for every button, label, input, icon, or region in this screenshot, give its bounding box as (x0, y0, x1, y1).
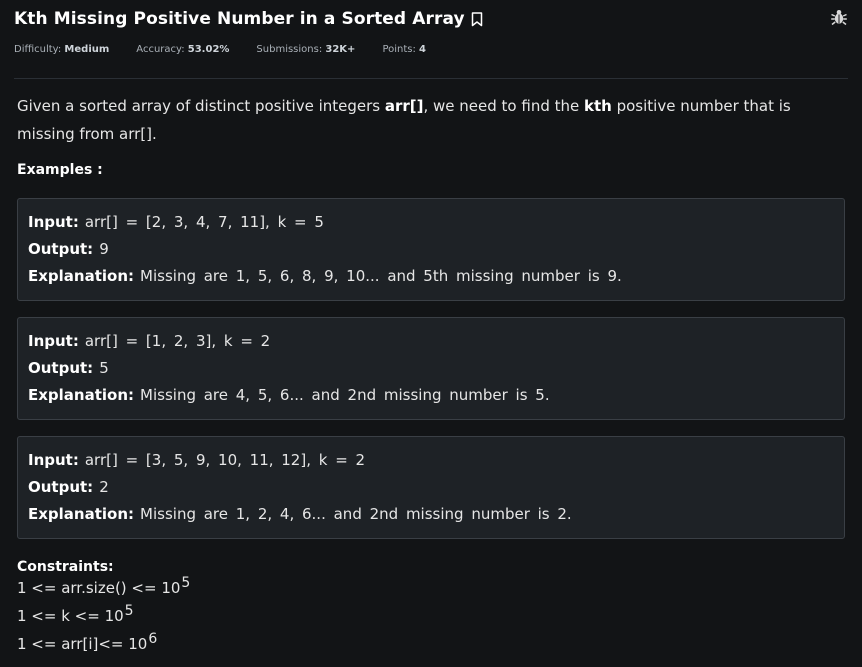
constraint-item: 1 <= k <= 10 5 (17, 603, 134, 625)
bookmark-icon[interactable] (471, 11, 483, 27)
example-output: Output: 2 (28, 478, 109, 496)
problem-page: Kth Missing Positive Number in a Sorted … (0, 0, 862, 667)
meta-submissions: Submissions: 32K+ (256, 44, 356, 55)
problem-title: Kth Missing Positive Number in a Sorted … (14, 9, 465, 29)
example-output: Output: 9 (28, 240, 109, 258)
example-explanation: Explanation: Missing are 4, 5, 6... and … (28, 386, 550, 404)
problem-meta: Difficulty: Medium Accuracy: 53.02% Subm… (14, 44, 848, 55)
constraints-title: Constraints: (17, 559, 114, 575)
example-input: Input: arr[] = [3, 5, 9, 10, 11, 12], k … (28, 451, 366, 469)
problem-description: Given a sorted array of distinct positiv… (17, 97, 791, 143)
meta-points: Points: 4 (382, 44, 426, 55)
constraint-item: 1 <= arr.size() <= 10 5 (17, 575, 191, 597)
example-box: Input: arr[] = [1, 2, 3], k = 2 Output: … (17, 317, 845, 420)
example-explanation: Explanation: Missing are 1, 5, 6, 8, 9, … (28, 267, 622, 285)
meta-difficulty: Difficulty: Medium (14, 44, 110, 55)
example-box: Input: arr[] = [3, 5, 9, 10, 11, 12], k … (17, 436, 845, 539)
constraint-item: 1 <= arr[i]<= 10 6 (17, 631, 158, 653)
example-input: Input: arr[] = [1, 2, 3], k = 2 (28, 332, 271, 350)
bug-icon[interactable] (830, 8, 848, 26)
example-explanation: Explanation: Missing are 1, 2, 4, 6... a… (28, 505, 572, 523)
example-box: Input: arr[] = [2, 3, 4, 7, 11], k = 5 O… (17, 198, 845, 301)
title-row: Kth Missing Positive Number in a Sorted … (14, 6, 848, 32)
problem-header: Kth Missing Positive Number in a Sorted … (14, 6, 848, 79)
example-output: Output: 5 (28, 359, 109, 377)
example-input: Input: arr[] = [2, 3, 4, 7, 11], k = 5 (28, 213, 324, 231)
meta-accuracy: Accuracy: 53.02% (136, 44, 230, 55)
examples-title: Examples : (17, 162, 103, 178)
problem-content: Given a sorted array of distinct positiv… (17, 92, 845, 659)
